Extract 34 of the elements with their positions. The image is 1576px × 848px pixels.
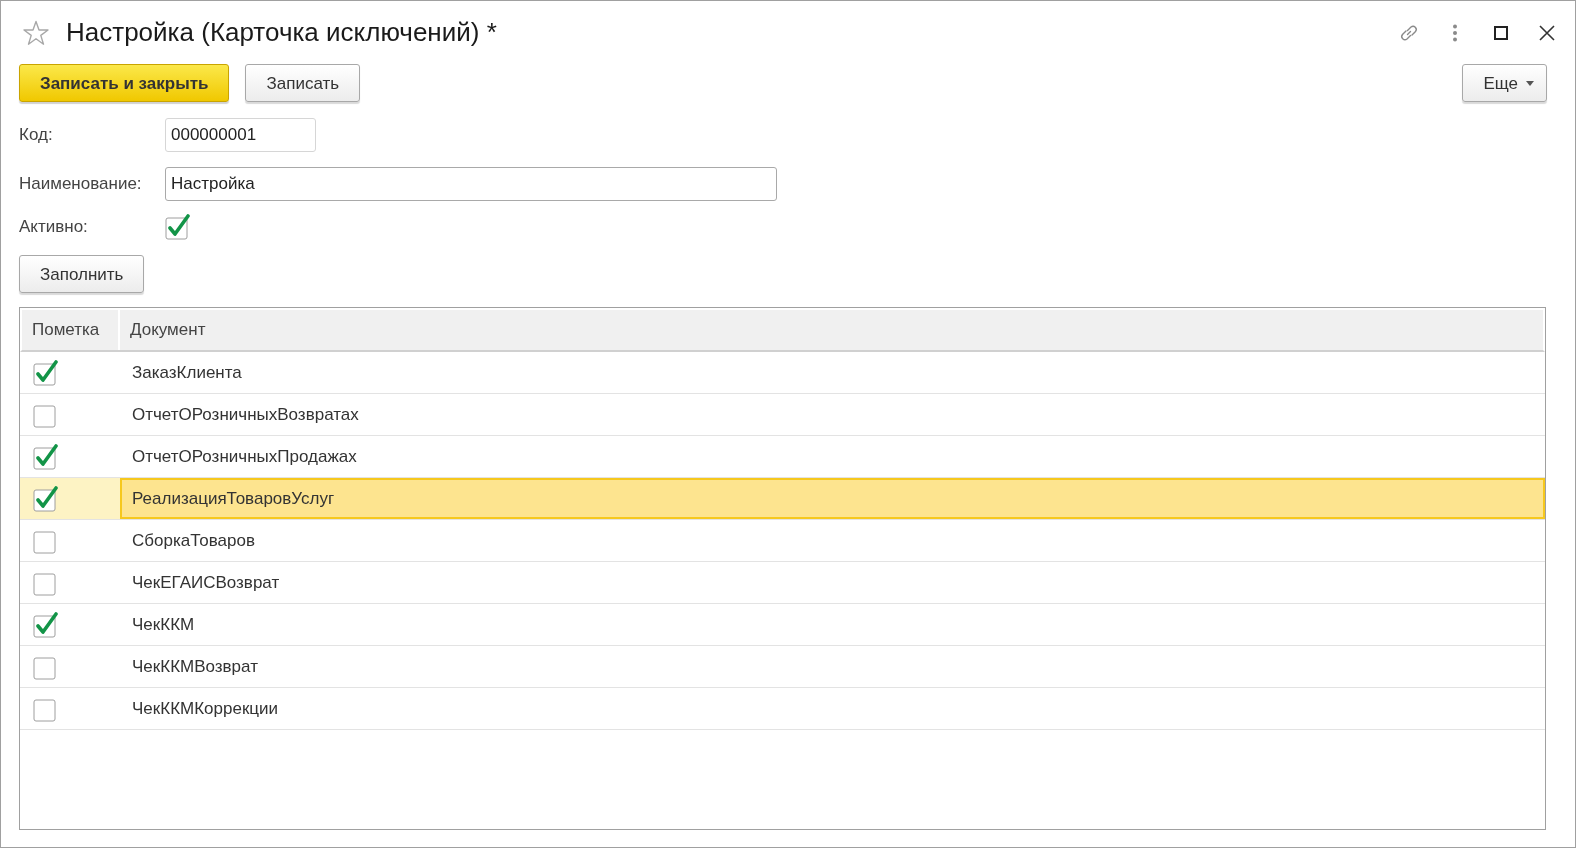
table-row[interactable]: ЧекККМВозврат [20, 646, 1545, 688]
column-header[interactable]: Документ [120, 310, 1543, 350]
table-row[interactable]: ЧекККМКоррекции [20, 688, 1545, 730]
field-label: Активно: [19, 216, 89, 239]
table-row[interactable]: ЧекЕГАИСВозврат [20, 562, 1545, 604]
table-row[interactable]: СборкаТоваров [20, 520, 1545, 562]
caret-icon [1526, 80, 1534, 86]
checkbox[interactable] [33, 359, 59, 386]
checkbox[interactable] [33, 611, 59, 638]
star-icon[interactable] [23, 19, 49, 46]
checkbox[interactable] [33, 443, 59, 470]
save-and-close-button[interactable]: Записать и закрыть [19, 64, 230, 102]
table-cell-text: ЗаказКлиента [131, 361, 243, 384]
save-button[interactable]: Записать [245, 64, 361, 102]
table-cell-text: ЧекККМВозврат [131, 655, 259, 678]
table-row[interactable]: ЗаказКлиента [20, 352, 1545, 394]
table-cell-text: ОтчетОРозничныхВозвратах [131, 403, 360, 426]
table-cell-text: ЧекККМ [131, 613, 196, 636]
table-cell-text: СборкаТоваров [131, 529, 256, 552]
field-label: Код: [19, 124, 54, 147]
checkbox[interactable] [33, 485, 59, 512]
field-label: Наименование: [19, 173, 143, 196]
column-header[interactable]: Пометка [22, 310, 120, 350]
more-button[interactable]: Еще [1462, 64, 1547, 102]
table-row[interactable]: ОтчетОРозничныхВозвратах [20, 394, 1545, 436]
input-field[interactable]: 000000001 [165, 118, 316, 152]
table-row[interactable]: ЧекККМ [20, 604, 1545, 646]
table-cell-text: ОтчетОРозничныхПродажах [131, 445, 358, 468]
table-cell-text: ЧекККМКоррекции [131, 697, 280, 720]
window-title: Настройка (Карточка исключений) * [66, 16, 497, 49]
table-cell-text: ЧекЕГАИСВозврат [131, 571, 281, 594]
checkbox[interactable] [165, 214, 191, 240]
fill-button[interactable]: Заполнить [19, 255, 145, 293]
input-field[interactable]: Настройка [165, 167, 777, 201]
